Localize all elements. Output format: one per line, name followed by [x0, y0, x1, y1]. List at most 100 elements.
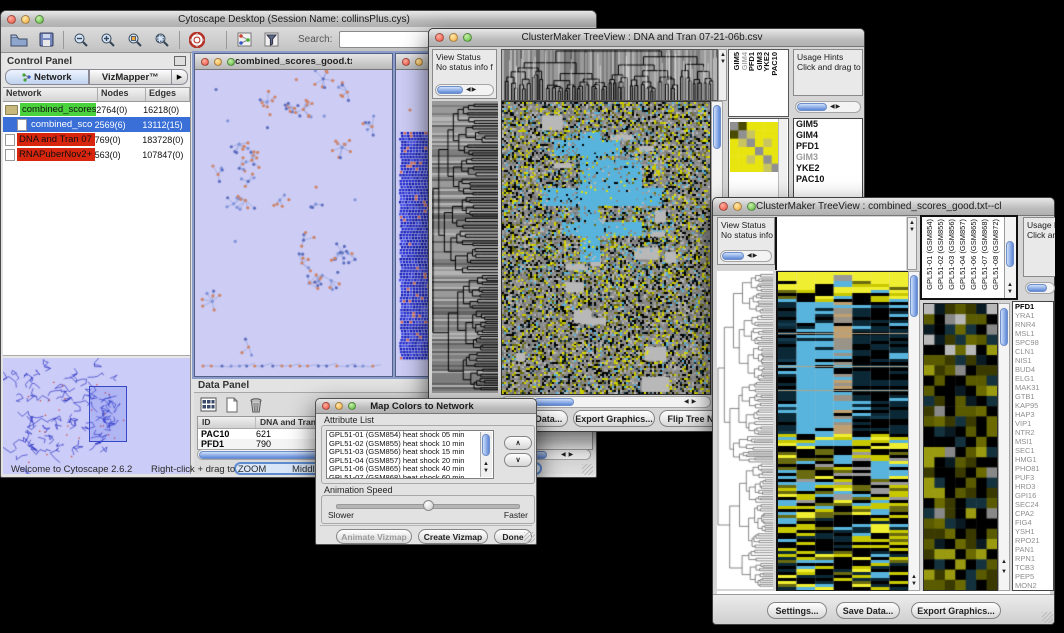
help-button[interactable] — [187, 30, 207, 50]
tv2-resize-grip[interactable] — [1042, 612, 1053, 623]
tv1-gene-label[interactable]: YKE2 — [794, 163, 862, 174]
tv1-gene-label[interactable]: GIM4 — [794, 130, 862, 141]
scroll-thumb[interactable] — [1027, 284, 1047, 292]
main-titlebar[interactable]: Cytoscape Desktop (Session Name: collins… — [1, 11, 596, 28]
tab-network[interactable]: Network — [5, 69, 89, 85]
tv2-row-dendrogram[interactable] — [717, 271, 773, 589]
scroll-thumb[interactable] — [910, 275, 918, 317]
tv1-global-heatmap[interactable] — [501, 101, 711, 395]
tv2-gene-label[interactable]: NIS1 — [1013, 356, 1053, 365]
tv2-gene-label[interactable]: HAP3 — [1013, 410, 1053, 419]
tv2-gene-label[interactable]: FIG4 — [1013, 518, 1053, 527]
tv1-gene-label[interactable]: PAC10 — [794, 174, 862, 185]
main-resize-grip[interactable] — [582, 464, 593, 475]
tv2-gene-label[interactable]: PEP5 — [1013, 572, 1053, 581]
scroll-left-arrow[interactable]: ◀ — [466, 87, 471, 93]
tv2-gene-label[interactable]: NTR2 — [1013, 428, 1053, 437]
tv2-gene-label[interactable]: VIP1 — [1013, 419, 1053, 428]
scroll-up-arrow[interactable]: ▲ — [720, 52, 726, 59]
tv1-column-dendrogram[interactable] — [501, 49, 718, 101]
tv2-gene-label[interactable]: PAN1 — [1013, 545, 1053, 554]
dialog-minimize-button[interactable] — [335, 402, 343, 410]
tv1-mini-scroll-strip[interactable]: ▲ ▼ — [718, 49, 727, 101]
tv2-gene-label[interactable]: YSH1 — [1013, 527, 1053, 536]
scroll-down-arrow[interactable]: ▼ — [1001, 569, 1007, 576]
scroll-thumb[interactable] — [534, 398, 574, 406]
tv1-gene-label[interactable]: GIM3 — [794, 152, 862, 163]
scroll-right-arrow[interactable]: ▶ — [692, 399, 697, 405]
scroll-left-arrow[interactable]: ◀ — [561, 452, 566, 458]
network-overview-button[interactable] — [234, 30, 254, 50]
tv2-export-graphics-button[interactable]: Export Graphics... — [911, 602, 1001, 619]
scroll-thumb[interactable] — [482, 434, 490, 456]
tv2-gene-label[interactable]: MSL1 — [1013, 329, 1053, 338]
tv2-gene-label[interactable]: CLN1 — [1013, 347, 1053, 356]
tv2-gene-label[interactable]: RPO21 — [1013, 536, 1053, 545]
scroll-thumb[interactable] — [713, 105, 721, 149]
select-attributes-button[interactable] — [199, 396, 217, 413]
tv2-gene-label[interactable]: YRA1 — [1013, 311, 1053, 320]
scroll-right-arrow[interactable]: ▶ — [836, 104, 841, 110]
network-tree-row[interactable]: combined_sco2569(6)13112(15) — [3, 117, 190, 132]
tv2-gene-label[interactable]: SEC1 — [1013, 446, 1053, 455]
zoom-in-button[interactable] — [98, 30, 118, 50]
frame1-zoom-button[interactable] — [227, 58, 235, 66]
attribute-list[interactable]: GPL51-01 (GSM854) heat shock 05 minGPL51… — [326, 430, 494, 479]
tv2-gene-label[interactable]: HRD3 — [1013, 482, 1053, 491]
scroll-up-arrow[interactable]: ▲ — [909, 220, 915, 227]
slider-thumb[interactable] — [423, 500, 434, 511]
move-item-down-button[interactable]: ∨ — [504, 453, 532, 467]
more-tabs-button[interactable]: ▶ — [172, 69, 188, 85]
scroll-right-arrow[interactable]: ▶ — [472, 87, 477, 93]
scroll-left-arrow[interactable]: ◀ — [747, 253, 752, 259]
tv2-gene-label[interactable]: KAP95 — [1013, 401, 1053, 410]
search-input[interactable] — [339, 31, 429, 48]
tv2-gene-label[interactable]: RPN1 — [1013, 554, 1053, 563]
tv2-gene-list[interactable]: PFD1YRA1RNR4MSL1SPC98CLN1NIS1BUD4ELG1MAK… — [1012, 301, 1054, 591]
tv2-zoom-heatmap[interactable] — [923, 303, 998, 591]
tv1-zoom-button[interactable] — [463, 33, 472, 42]
tv1-view-status-scrollbar[interactable]: ◀ ▶ — [435, 84, 494, 96]
dialog-close-button[interactable] — [322, 402, 330, 410]
attribute-list-item[interactable]: GPL51-07 (GSM868) heat shock 60 min — [327, 474, 493, 479]
attribute-list-vscrollbar[interactable]: ▲ ▼ — [480, 432, 492, 477]
tv2-gene-label[interactable]: GTB1 — [1013, 392, 1053, 401]
tv2-gene-label[interactable]: SEC24 — [1013, 500, 1053, 509]
create-vizmap-button[interactable]: Create Vizmap — [418, 529, 488, 544]
save-button[interactable] — [36, 30, 56, 50]
tv2-gene-label[interactable]: RNR4 — [1013, 320, 1053, 329]
tv2-usage-hints-scrollbar[interactable] — [1025, 282, 1055, 294]
scroll-up-arrow[interactable]: ▲ — [1001, 559, 1007, 566]
tv1-export-graphics-button[interactable]: Export Graphics... — [573, 410, 655, 427]
dialog-resize-grip[interactable] — [524, 532, 535, 543]
open-file-button[interactable] — [9, 30, 29, 50]
animate-vizmap-button[interactable]: Animate Vizmap — [336, 529, 412, 544]
tv2-settings-button[interactable]: Settings... — [767, 602, 827, 619]
delete-attribute-button[interactable] — [247, 396, 265, 413]
scroll-right-arrow[interactable]: ▶ — [753, 253, 758, 259]
minimize-button[interactable] — [21, 15, 30, 24]
tv2-gene-label[interactable]: MSI1 — [1013, 437, 1053, 446]
tv1-gene-label[interactable]: PFD1 — [794, 141, 862, 152]
tv1-zoom-heatmap[interactable] — [730, 122, 780, 172]
frame2-close-button[interactable] — [402, 58, 410, 66]
tv2-gene-label[interactable]: HMG1 — [1013, 455, 1053, 464]
zoom-fit-button[interactable] — [152, 30, 172, 50]
tv2-gene-label[interactable]: ELG1 — [1013, 374, 1053, 383]
tv2-gene-label[interactable]: PHO81 — [1013, 464, 1053, 473]
scroll-thumb[interactable] — [797, 103, 827, 111]
tv2-view-status-scrollbar[interactable]: ◀ ▶ — [720, 250, 772, 262]
tv2-gene-label[interactable]: MON2 — [1013, 581, 1053, 590]
tv1-minimize-button[interactable] — [449, 33, 458, 42]
tv2-zoom-button[interactable] — [747, 202, 756, 211]
network-tree-row[interactable]: RNAPuberNov2+563(0)107847(0) — [3, 147, 190, 162]
tv2-global-heatmap[interactable] — [776, 271, 909, 591]
scroll-down-arrow[interactable]: ▼ — [911, 581, 917, 588]
zoom-button[interactable] — [35, 15, 44, 24]
tv2-heatmap-vscrollbar[interactable]: ▲ ▼ — [908, 271, 920, 591]
tv2-gene-label[interactable]: PUF3 — [1013, 473, 1053, 482]
scroll-thumb[interactable] — [1006, 241, 1014, 267]
tv2-zoom-vscrollbar[interactable]: ▲ ▼ — [998, 303, 1010, 591]
zoom-out-button[interactable] — [71, 30, 91, 50]
frame1-close-button[interactable] — [201, 58, 209, 66]
